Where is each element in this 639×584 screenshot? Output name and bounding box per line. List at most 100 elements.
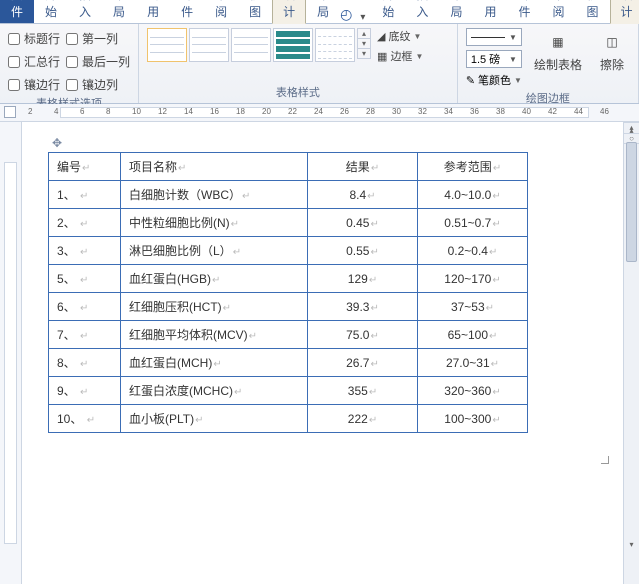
cell-num[interactable]: 7、 ↵ — [49, 321, 121, 349]
cell-result[interactable]: 26.7↵ — [308, 349, 418, 377]
cell-ref[interactable]: 27.0~31↵ — [418, 349, 528, 377]
header-num[interactable]: 编号↵ — [49, 153, 121, 181]
vertical-scrollbar[interactable]: ▴ ▾ ▴○▾ — [623, 122, 639, 584]
table-row[interactable]: 7、 ↵红细胞平均体积(MCV)↵75.0↵65~100↵ — [49, 321, 528, 349]
tab-4[interactable]: 邮件 — [170, 0, 204, 23]
gallery-expand-icon[interactable]: ▾ — [358, 49, 370, 58]
style-thumb-2[interactable] — [189, 28, 229, 62]
cell-result[interactable]: 39.3↵ — [308, 293, 418, 321]
document-area[interactable]: ✥ 编号↵项目名称↵结果↵参考范围↵1、 ↵白细胞计数（WBC）↵8.4↵4.0… — [22, 122, 639, 584]
tab-5[interactable]: 审阅 — [541, 0, 575, 23]
table-row[interactable]: 3、 ↵淋巴细胞比例（L）↵0.55↵0.2~0.4↵ — [49, 237, 528, 265]
table-header-row[interactable]: 编号↵项目名称↵结果↵参考范围↵ — [49, 153, 528, 181]
cell-ref[interactable]: 0.2~0.4↵ — [418, 237, 528, 265]
table-row[interactable]: 10、 ↵血小板(PLT)↵222↵100~300↵ — [49, 405, 528, 433]
checkbox-第一列[interactable]: 第一列 — [66, 30, 130, 47]
cell-num[interactable]: 3、 ↵ — [49, 237, 121, 265]
checkbox-input[interactable] — [66, 33, 78, 45]
cell-num[interactable]: 9、 ↵ — [49, 377, 121, 405]
cell-name[interactable]: 红细胞平均体积(MCV)↵ — [121, 321, 308, 349]
style-thumb-1[interactable] — [147, 28, 187, 62]
checkbox-input[interactable] — [8, 79, 20, 91]
tab-file[interactable]: 文件 — [0, 0, 34, 23]
cell-result[interactable]: 0.45↵ — [308, 209, 418, 237]
cell-name[interactable]: 血红蛋白(MCH)↵ — [121, 349, 308, 377]
line-style-combo[interactable]: ▼ — [466, 28, 522, 46]
cell-num[interactable]: 1、 ↵ — [49, 181, 121, 209]
cell-result[interactable]: 355↵ — [308, 377, 418, 405]
table-anchor-icon[interactable]: ✥ — [52, 136, 62, 150]
cell-name[interactable]: 血小板(PLT)↵ — [121, 405, 308, 433]
cell-ref[interactable]: 320~360↵ — [418, 377, 528, 405]
style-thumb-4[interactable] — [273, 28, 313, 62]
cell-ref[interactable]: 0.51~0.7↵ — [418, 209, 528, 237]
scroll-up-icon[interactable]: ▴ — [624, 122, 639, 138]
table-resize-handle[interactable] — [601, 456, 609, 464]
table-row[interactable]: 2、 ↵中性粒细胞比例(N)↵0.45↵0.51~0.7↵ — [49, 209, 528, 237]
checkbox-标题行[interactable]: 标题行 — [8, 30, 60, 47]
table-row[interactable]: 8、 ↵血红蛋白(MCH)↵26.7↵27.0~31↵ — [49, 349, 528, 377]
cell-result[interactable]: 8.4↵ — [308, 181, 418, 209]
cell-ref[interactable]: 100~300↵ — [418, 405, 528, 433]
tab-7[interactable]: 设计 — [610, 0, 639, 24]
tab-7[interactable]: 设计 — [272, 0, 306, 24]
tab-6[interactable]: 视图 — [576, 0, 610, 23]
cell-name[interactable]: 红蛋白浓度(MCHC)↵ — [121, 377, 308, 405]
style-gallery-more[interactable]: ▴▾▾ — [357, 28, 371, 59]
tab-2[interactable]: 页面布局 — [102, 0, 136, 23]
tab-8[interactable]: 布局 — [306, 0, 340, 23]
cell-ref[interactable]: 120~170↵ — [418, 265, 528, 293]
cell-name[interactable]: 血红蛋白(HGB)↵ — [121, 265, 308, 293]
tab-1[interactable]: 插入 — [68, 0, 102, 23]
checkbox-input[interactable] — [8, 56, 20, 68]
pen-color-button[interactable]: ✎ 笔颜色 ▼ — [466, 72, 522, 88]
ruler-origin[interactable] — [4, 106, 16, 118]
style-thumb-5[interactable] — [315, 28, 355, 62]
cell-num[interactable]: 5、 ↵ — [49, 265, 121, 293]
collapse-ribbon-icon[interactable]: ▾ — [360, 12, 365, 23]
erase-button[interactable]: ◫ 擦除 — [594, 28, 630, 75]
checkbox-镶边行[interactable]: 镶边行 — [8, 76, 60, 93]
cell-num[interactable]: 10、 ↵ — [49, 405, 121, 433]
cell-ref[interactable]: 4.0~10.0↵ — [418, 181, 528, 209]
cell-num[interactable]: 2、 ↵ — [49, 209, 121, 237]
checkbox-最后一列[interactable]: 最后一列 — [66, 53, 130, 70]
ruler-horizontal[interactable]: 2468101214161820222426283032343638404244… — [0, 104, 639, 122]
draw-table-button[interactable]: ▦ 绘制表格 — [528, 28, 588, 75]
header-ref[interactable]: 参考范围↵ — [418, 153, 528, 181]
scroll-down-icon[interactable]: ▾ — [624, 536, 639, 552]
table-row[interactable]: 1、 ↵白细胞计数（WBC）↵8.4↵4.0~10.0↵ — [49, 181, 528, 209]
tab-2[interactable]: 页面布局 — [439, 0, 473, 23]
shading-button[interactable]: ◢ 底纹 ▼ — [377, 28, 423, 44]
tab-3[interactable]: 引用 — [136, 0, 170, 23]
checkbox-镶边列[interactable]: 镶边列 — [66, 76, 130, 93]
checkbox-input[interactable] — [8, 33, 20, 45]
header-name[interactable]: 项目名称↵ — [121, 153, 308, 181]
help-icon[interactable]: ◴ — [340, 6, 352, 23]
tab-5[interactable]: 审阅 — [204, 0, 238, 23]
checkbox-input[interactable] — [66, 79, 78, 91]
ruler-vertical[interactable] — [0, 122, 22, 584]
tab-0[interactable]: 开始 — [371, 0, 405, 23]
cell-result[interactable]: 129↵ — [308, 265, 418, 293]
checkbox-汇总行[interactable]: 汇总行 — [8, 53, 60, 70]
table-style-gallery[interactable]: ▴▾▾ — [147, 28, 371, 62]
tab-3[interactable]: 引用 — [473, 0, 507, 23]
cell-name[interactable]: 红细胞压积(HCT)↵ — [121, 293, 308, 321]
cell-result[interactable]: 0.55↵ — [308, 237, 418, 265]
gallery-up-icon[interactable]: ▴ — [358, 29, 370, 39]
table-row[interactable]: 9、 ↵红蛋白浓度(MCHC)↵355↵320~360↵ — [49, 377, 528, 405]
style-thumb-3[interactable] — [231, 28, 271, 62]
cell-ref[interactable]: 65~100↵ — [418, 321, 528, 349]
cell-ref[interactable]: 37~53↵ — [418, 293, 528, 321]
tab-0[interactable]: 开始 — [34, 0, 68, 23]
tab-6[interactable]: 视图 — [238, 0, 272, 23]
scroll-thumb[interactable] — [626, 142, 637, 262]
borders-button[interactable]: ▦ 边框 ▼ — [377, 48, 423, 64]
cell-num[interactable]: 6、 ↵ — [49, 293, 121, 321]
table-row[interactable]: 5、 ↵血红蛋白(HGB)↵129↵120~170↵ — [49, 265, 528, 293]
tab-4[interactable]: 邮件 — [507, 0, 541, 23]
cell-result[interactable]: 222↵ — [308, 405, 418, 433]
data-table[interactable]: 编号↵项目名称↵结果↵参考范围↵1、 ↵白细胞计数（WBC）↵8.4↵4.0~1… — [48, 152, 528, 433]
cell-result[interactable]: 75.0↵ — [308, 321, 418, 349]
